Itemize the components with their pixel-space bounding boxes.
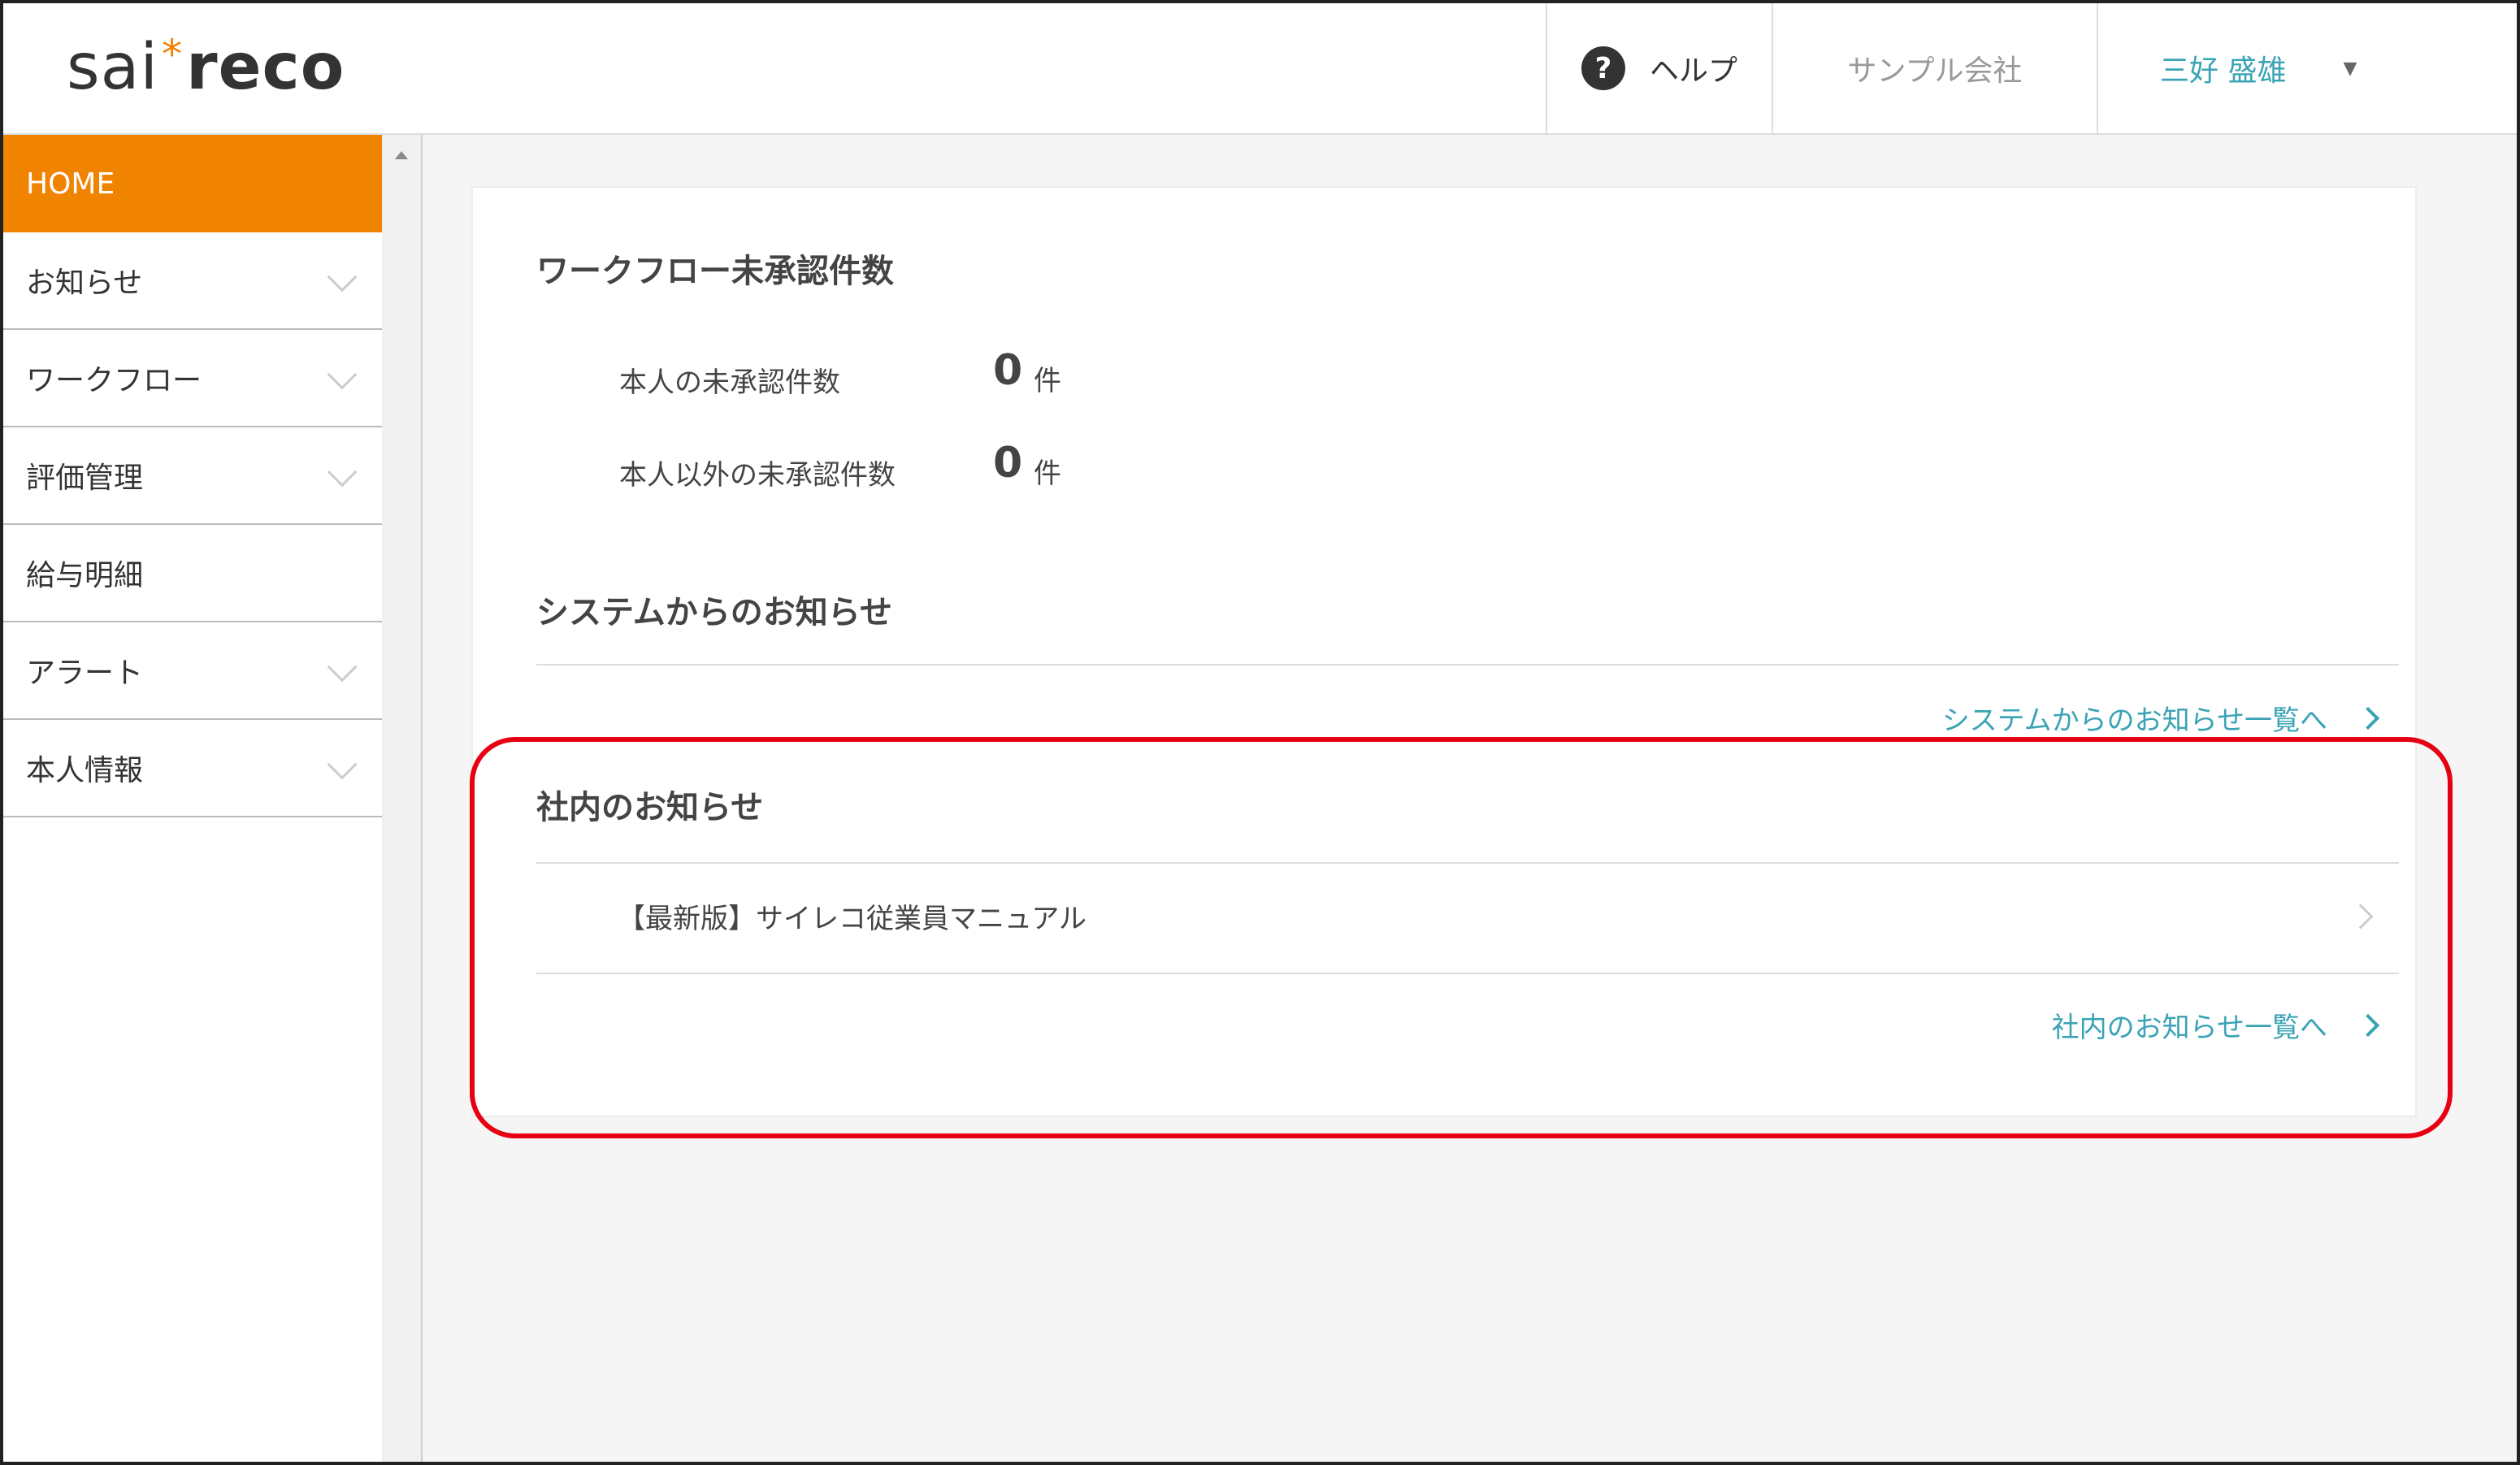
caret-down-icon: ▼ xyxy=(2343,58,2357,79)
logo-star-icon: * xyxy=(162,31,184,78)
company-notice-list-link[interactable]: 社内のお知らせ一覧へ xyxy=(2051,1005,2380,1045)
logo-text-reco: reco xyxy=(186,31,345,104)
chevron-down-icon xyxy=(327,262,358,293)
system-notice-list-link[interactable]: システムからのお知らせ一覧へ xyxy=(1941,698,2380,738)
system-notice-list-link-label: システムからのお知らせ一覧へ xyxy=(1941,704,2327,737)
sidebar-item-personal-info[interactable]: 本人情報 xyxy=(3,720,382,817)
company-notice-title: 社内のお知らせ xyxy=(536,789,764,826)
chevron-down-icon xyxy=(327,652,358,683)
company-name: サンプル会社 xyxy=(1772,3,2097,133)
home-card: ワークフロー未承認件数 本人の未承認件数 0 件 本人以外の未承認件数 0 件 … xyxy=(471,186,2417,1117)
sidebar-item-label: 本人情報 xyxy=(26,754,144,787)
chevron-right-icon xyxy=(2356,1013,2380,1037)
sidebar-item-home[interactable]: HOME xyxy=(3,135,382,232)
others-pending-count[interactable]: 0 xyxy=(993,439,1022,488)
chevron-down-icon xyxy=(327,359,358,390)
app-frame: sai * reco ? ヘルプ サンプル会社 三好 盛雄 ▼ HOME お知ら… xyxy=(0,0,2520,1465)
help-button[interactable]: ? ヘルプ xyxy=(1546,3,1772,133)
divider xyxy=(536,973,2399,974)
chevron-right-icon xyxy=(2356,706,2380,730)
help-icon: ? xyxy=(1581,46,1625,90)
chevron-right-icon xyxy=(2348,904,2374,930)
others-pending-label: 本人以外の未承認件数 xyxy=(619,459,896,492)
sidebar-item-alert[interactable]: アラート xyxy=(3,622,382,720)
sidebar-item-label: アラート xyxy=(26,657,144,690)
sidebar-item-label: ワークフロー xyxy=(26,364,202,397)
workflow-section-title: ワークフロー未承認件数 xyxy=(536,253,894,290)
sidebar-item-payslip[interactable]: 給与明細 xyxy=(3,525,382,622)
chevron-down-icon xyxy=(327,749,358,780)
sidebar-item-evaluation[interactable]: 評価管理 xyxy=(3,427,382,525)
help-label: ヘルプ xyxy=(1649,54,1737,88)
sidebar-item-workflow[interactable]: ワークフロー xyxy=(3,330,382,427)
top-header: sai * reco ? ヘルプ サンプル会社 三好 盛雄 ▼ xyxy=(3,3,2517,135)
self-pending-label: 本人の未承認件数 xyxy=(619,366,840,399)
sidebar-item-label: 評価管理 xyxy=(26,462,144,495)
logo-text-sai: sai xyxy=(67,31,159,104)
sidebar: HOME お知らせ ワークフロー 評価管理 給与明細 アラート 本人情報 xyxy=(3,135,382,1462)
scroll-up-icon[interactable] xyxy=(395,151,408,159)
sidebar-item-label: お知らせ xyxy=(26,267,143,300)
user-name: 三好 盛雄 xyxy=(2160,54,2287,88)
sai-reco-logo[interactable]: sai * reco xyxy=(67,31,345,104)
list-item[interactable]: 【最新版】サイレコ従業員マニュアル xyxy=(536,864,2399,973)
company-notice-list-link-label: 社内のお知らせ一覧へ xyxy=(2051,1012,2327,1044)
user-menu[interactable]: 三好 盛雄 ▼ xyxy=(2097,3,2517,133)
self-pending-unit: 件 xyxy=(1034,365,1061,397)
chevron-down-icon xyxy=(327,457,358,488)
company-label: サンプル会社 xyxy=(1847,54,2023,88)
sidebar-item-label: 給与明細 xyxy=(26,559,144,592)
sidebar-item-label: HOME xyxy=(26,167,115,201)
sidebar-item-notices[interactable]: お知らせ xyxy=(3,232,382,330)
sidebar-scrollbar[interactable] xyxy=(382,135,423,1462)
others-pending-unit: 件 xyxy=(1034,457,1061,490)
system-notice-title: システムからのお知らせ xyxy=(536,594,892,631)
self-pending-count[interactable]: 0 xyxy=(993,346,1022,395)
divider xyxy=(536,664,2399,665)
notice-title: 【最新版】サイレコ従業員マニュアル xyxy=(618,903,1087,935)
